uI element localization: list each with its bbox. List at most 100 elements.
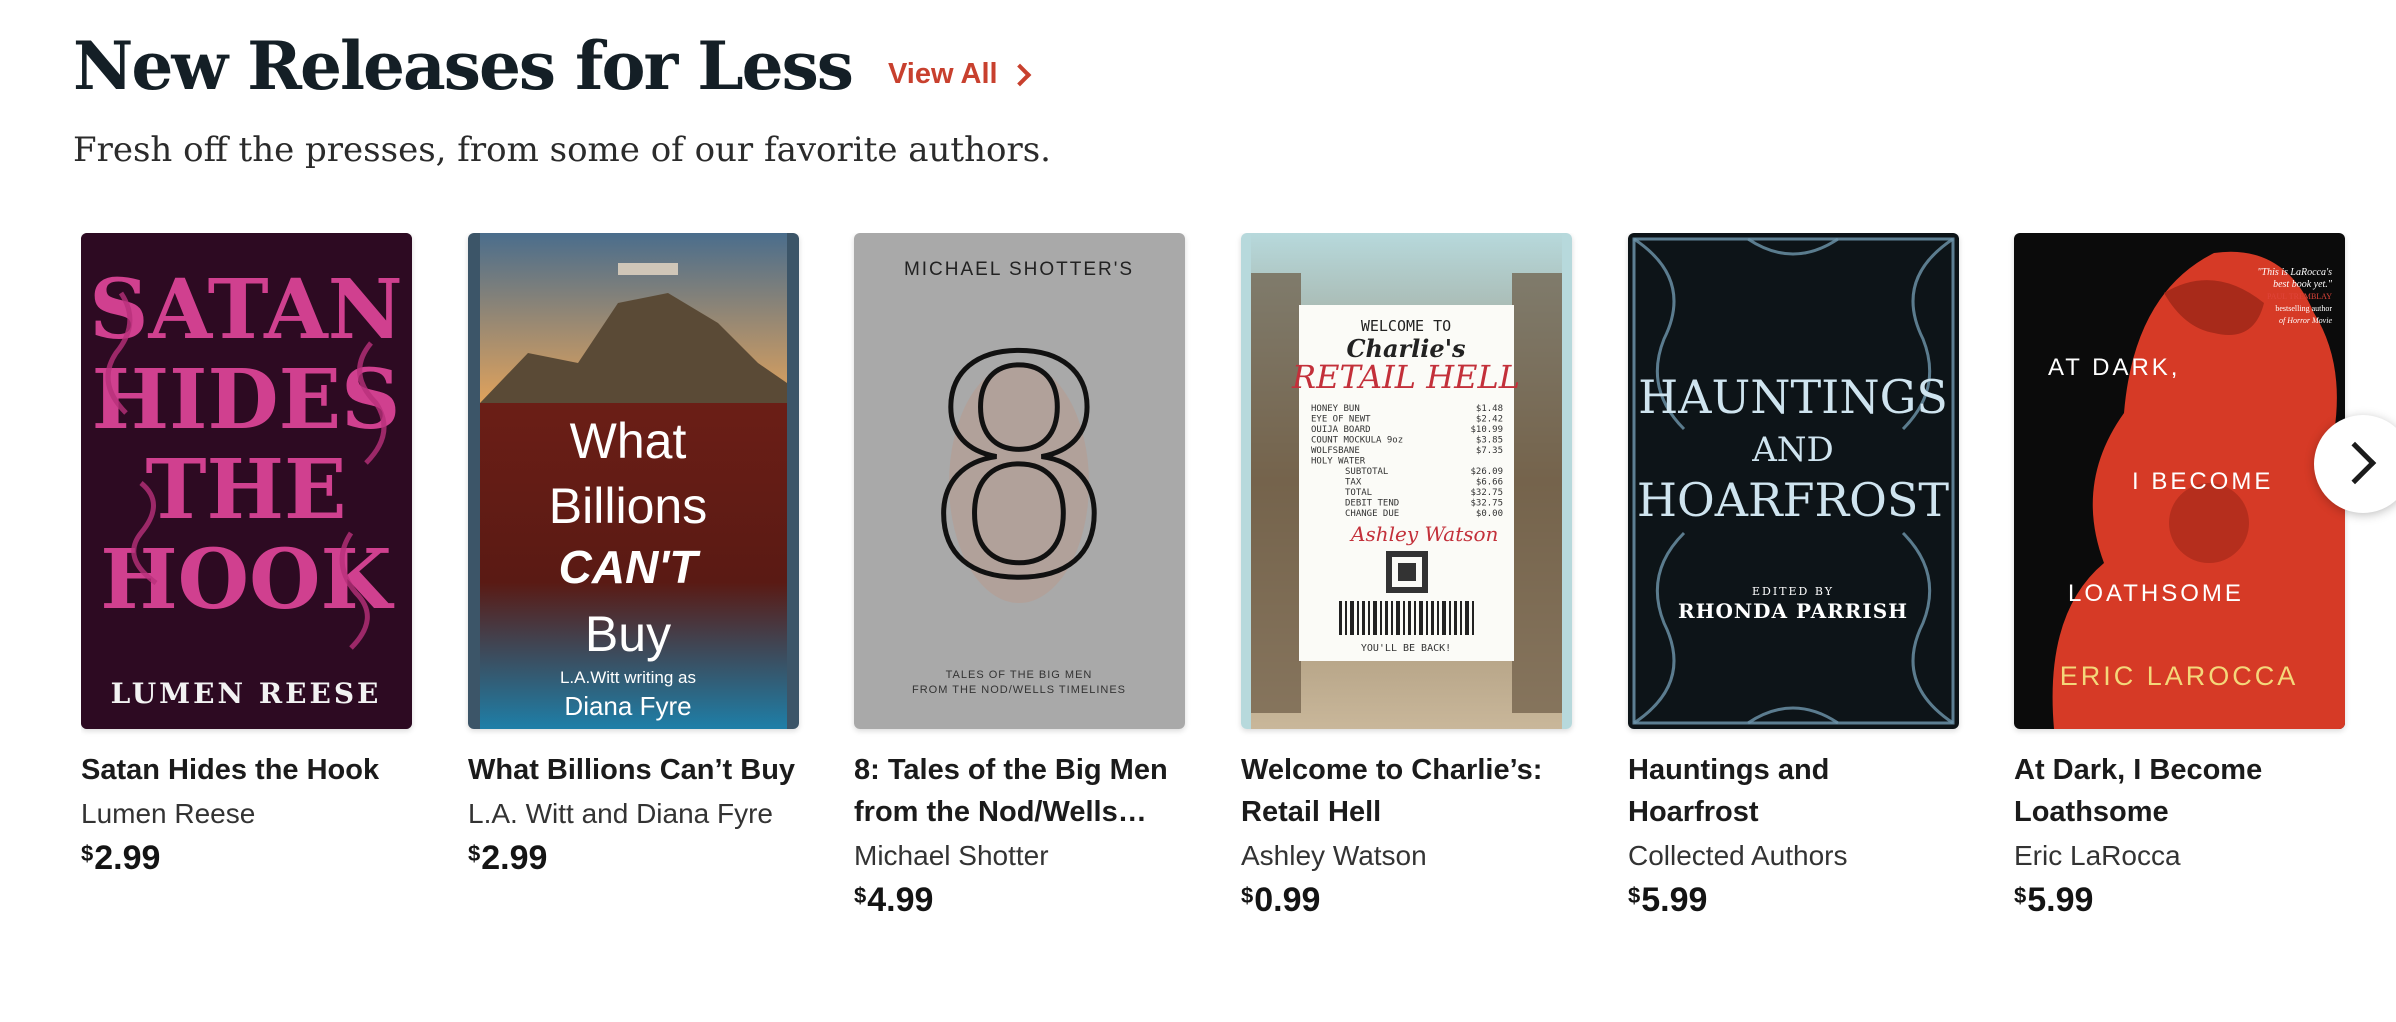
svg-text:Billions: Billions [549,478,707,534]
book-title[interactable]: Hauntings and Hoarfrost [1628,749,1959,833]
book-cover[interactable]: HAUNTINGS AND HOARFROST EDITED BY RHONDA… [1628,233,1959,729]
svg-text:HAUNTINGS: HAUNTINGS [1638,370,1948,424]
receipt-item: TOTAL [1345,488,1372,498]
cover-art-what-billions-cant-buy: What Billions CAN'T Buy L.A.Witt writing… [468,233,799,729]
receipt-amount: $1.48 [1476,404,1503,414]
currency-symbol: $ [1628,883,1641,908]
receipt-amount: $3.85 [1476,436,1503,446]
section-header: New Releases for Less View All [73,27,1031,105]
book-card[interactable]: MICHAEL SHOTTER'S 8 TALES OF THE BIG MEN… [854,233,1185,920]
book-cover[interactable]: SATAN HIDES THE HOOK LUMEN REESE [81,233,412,729]
receipt-amount: $32.75 [1470,488,1503,498]
book-title[interactable]: Satan Hides the Hook [81,749,412,791]
svg-text:Ashley Watson: Ashley Watson [1349,522,1498,546]
book-author[interactable]: Ashley Watson [1241,837,1572,875]
book-title[interactable]: 8: Tales of the Big Men from the Nod/Wel… [854,749,1185,833]
book-author[interactable]: Lumen Reese [81,795,412,833]
svg-text:"This is LaRocca's: "This is LaRocca's [2257,267,2332,278]
book-cover[interactable]: MICHAEL SHOTTER'S 8 TALES OF THE BIG MEN… [854,233,1185,729]
book-price: $4.99 [854,881,1185,920]
svg-text:LUMEN REESE: LUMEN REESE [111,677,382,710]
book-cover[interactable]: WELCOME TO Charlie's RETAIL HELL HONEY B… [1241,233,1572,729]
book-card[interactable]: HAUNTINGS AND HOARFROST EDITED BY RHONDA… [1628,233,1959,920]
view-all-label: View All [887,58,998,90]
receipt-item: CHANGE DUE [1345,509,1399,519]
svg-text:PAUL TREMBLAY: PAUL TREMBLAY [2267,292,2332,301]
receipt-amount: $32.75 [1470,499,1503,509]
svg-text:Buy: Buy [585,606,671,662]
chevron-right-icon [1008,63,1031,86]
receipt-item: DEBIT TEND [1345,499,1399,509]
cover-art-welcome-to-charlies: WELCOME TO Charlie's RETAIL HELL HONEY B… [1241,233,1572,729]
book-cover[interactable]: "This is LaRocca's best book yet." PAUL … [2014,233,2345,729]
receipt-item: SUBTOTAL [1345,467,1388,477]
book-author[interactable]: L.A. Witt and Diana Fyre [468,795,799,833]
book-author[interactable]: Collected Authors [1628,837,1959,875]
price-value: 2.99 [481,839,548,877]
svg-text:bestselling author: bestselling author [2275,304,2332,313]
receipt-amount: $6.66 [1476,478,1503,488]
book-price: $2.99 [81,839,412,878]
currency-symbol: $ [468,841,481,866]
receipt-item: COUNT MOCKULA 9oz [1311,436,1403,446]
currency-symbol: $ [2014,883,2027,908]
price-value: 2.99 [94,839,161,877]
price-value: 5.99 [1641,881,1708,919]
svg-text:RETAIL HELL: RETAIL HELL [1291,358,1520,396]
book-title[interactable]: At Dark, I Become Loathsome [2014,749,2345,833]
book-author[interactable]: Eric LaRocca [2014,837,2345,875]
svg-text:What: What [570,413,687,469]
receipt-amount: $10.99 [1470,425,1503,435]
svg-text:RHONDA PARRISH: RHONDA PARRISH [1678,599,1908,623]
book-carousel: SATAN HIDES THE HOOK LUMEN REESE Satan H… [81,233,2396,973]
svg-text:ERIC LAROCCA: ERIC LAROCCA [2060,661,2299,691]
svg-text:AND: AND [1751,430,1834,470]
currency-symbol: $ [854,883,867,908]
svg-text:Diana Fyre: Diana Fyre [564,691,691,721]
book-card[interactable]: SATAN HIDES THE HOOK LUMEN REESE Satan H… [81,233,412,878]
view-all-link[interactable]: View All [887,58,1031,91]
receipt-amount: $2.42 [1476,415,1503,425]
receipt-item: EYE OF NEWT [1311,415,1371,425]
svg-text:8: 8 [924,295,1115,644]
book-author[interactable]: Michael Shotter [854,837,1185,875]
book-title[interactable]: Welcome to Charlie’s: Retail Hell [1241,749,1572,833]
book-price: $2.99 [468,839,799,878]
receipt-item: WOLFSBANE [1311,446,1360,456]
currency-symbol: $ [1241,883,1254,908]
svg-text:HOOK: HOOK [100,532,394,628]
receipt-item: HOLY WATER [1311,457,1366,467]
currency-symbol: $ [81,841,94,866]
cover-art-at-dark-i-become-loathsome: "This is LaRocca's best book yet." PAUL … [2014,233,2345,729]
section-title: New Releases for Less [73,27,854,105]
book-price: $0.99 [1241,881,1572,920]
svg-text:EDITED BY: EDITED BY [1752,585,1834,598]
svg-text:YOU'LL BE BACK!: YOU'LL BE BACK! [1361,643,1451,654]
svg-text:MICHAEL SHOTTER'S: MICHAEL SHOTTER'S [904,259,1134,280]
cover-art-satan-hides-the-hook: SATAN HIDES THE HOOK LUMEN REESE [81,233,412,729]
price-value: 5.99 [2027,881,2094,919]
svg-text:LOATHSOME: LOATHSOME [2068,580,2244,607]
svg-text:L.A.Witt writing as: L.A.Witt writing as [560,668,696,687]
svg-text:HOARFROST: HOARFROST [1637,473,1949,527]
receipt-amount: $0.00 [1476,509,1503,519]
svg-text:FROM THE NOD/WELLS TIMELINES: FROM THE NOD/WELLS TIMELINES [912,684,1126,696]
book-card[interactable]: WELCOME TO Charlie's RETAIL HELL HONEY B… [1241,233,1572,920]
svg-text:WELCOME TO: WELCOME TO [1361,317,1451,335]
svg-text:best book yet.": best book yet." [2273,279,2333,290]
svg-text:THE: THE [146,442,347,538]
book-cover[interactable]: What Billions CAN'T Buy L.A.Witt writing… [468,233,799,729]
chevron-right-icon [2333,441,2377,485]
svg-text:SATAN: SATAN [89,262,402,358]
svg-text:HIDES: HIDES [92,352,401,448]
book-price: $5.99 [1628,881,1959,920]
book-card[interactable]: What Billions CAN'T Buy L.A.Witt writing… [468,233,799,878]
book-card[interactable]: "This is LaRocca's best book yet." PAUL … [2014,233,2345,920]
svg-text:CAN'T: CAN'T [559,541,702,593]
price-value: 4.99 [867,881,934,919]
price-value: 0.99 [1254,881,1321,919]
book-title[interactable]: What Billions Can’t Buy [468,749,799,791]
receipt-item: HONEY BUN [1311,404,1360,414]
svg-text:AT DARK,: AT DARK, [2048,354,2180,381]
svg-text:TALES OF THE BIG MEN: TALES OF THE BIG MEN [946,669,1093,681]
